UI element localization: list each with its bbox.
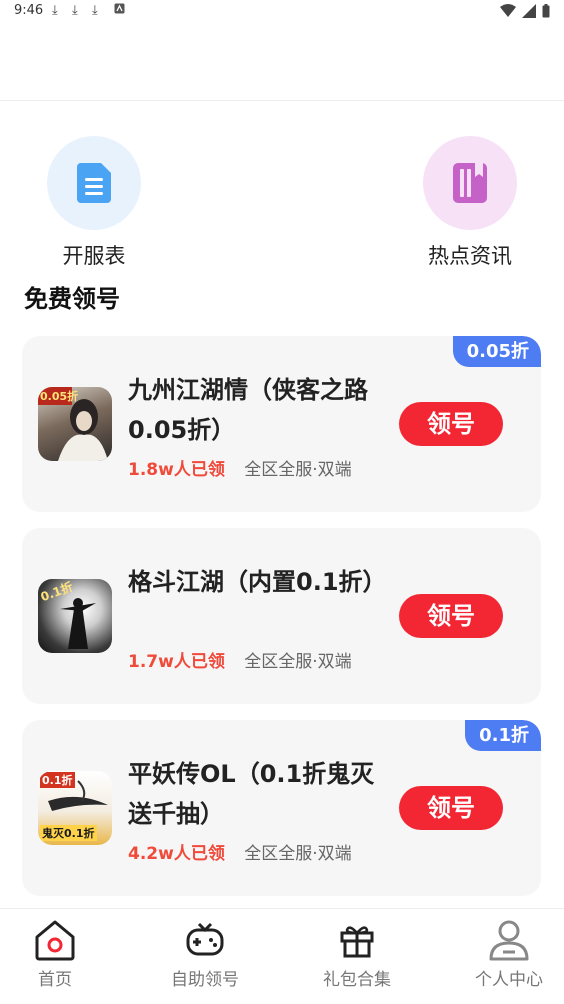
status-bar: 9:46 ⤓ ⤓ ⤓	[0, 0, 564, 24]
wifi-icon	[500, 4, 516, 17]
bottom-tab-bar: 首页 自助领号 礼包合集 个人中心	[0, 908, 564, 1004]
tab-home[interactable]: 首页	[0, 919, 120, 990]
claim-account-button[interactable]: 领号	[399, 402, 503, 446]
game-card[interactable]: 0.1折 0.1折 鬼灭0.1折 平妖传OL（0.1折鬼灭送千抽） 4.2w人已…	[22, 720, 541, 896]
home-icon	[0, 919, 120, 961]
discount-badge: 0.05折	[452, 336, 541, 367]
signal-icon	[522, 4, 536, 18]
tab-gift-packs[interactable]: 礼包合集	[292, 919, 422, 990]
tab-label: 自助领号	[171, 970, 239, 990]
discount-badge: 0.1折	[465, 720, 541, 751]
status-time: 9:46	[14, 3, 44, 18]
tab-label: 首页	[38, 970, 72, 990]
game-icon-caption: 鬼灭0.1折	[40, 825, 97, 841]
status-icons	[500, 4, 550, 18]
game-icon[interactable]: 0.05折	[38, 387, 112, 461]
game-name: 平妖传OL（0.1折鬼灭送千抽）	[128, 760, 375, 828]
claimed-count: 1.8w人已领	[128, 460, 225, 480]
server-tag: 全区全服·双端	[244, 460, 352, 480]
download-icon: ⤓	[52, 3, 58, 18]
notification-icon	[114, 3, 125, 18]
quick-link-hot-news[interactable]: 热点资讯	[410, 136, 530, 270]
claimed-count: 1.7w人已领	[128, 652, 225, 672]
game-meta: 1.7w人已领 全区全服·双端	[128, 647, 352, 672]
game-name: 九州江湖情（侠客之路0.05折）	[128, 376, 368, 444]
tab-label: 个人中心	[475, 970, 543, 990]
user-icon	[444, 919, 564, 961]
claim-account-button[interactable]: 领号	[399, 594, 503, 638]
claim-account-button[interactable]: 领号	[399, 786, 503, 830]
claimed-count: 4.2w人已领	[128, 844, 225, 864]
game-meta: 4.2w人已领 全区全服·双端	[128, 839, 352, 864]
game-icon-label: 0.05折	[40, 390, 79, 403]
server-tag: 全区全服·双端	[244, 844, 352, 864]
game-meta: 1.8w人已领 全区全服·双端	[128, 455, 352, 480]
gamepad-icon	[140, 919, 270, 961]
book-icon	[453, 163, 487, 203]
game-icon[interactable]: 0.1折	[38, 579, 112, 653]
game-icon-label: 0.1折	[40, 772, 75, 788]
battery-icon	[542, 4, 550, 18]
game-card[interactable]: 0.05折 0.05折 九州江湖情（侠客之路0.05折） 1.8w人已领 全区全…	[22, 336, 541, 512]
download-icon: ⤓	[92, 3, 98, 18]
download-icon: ⤓	[72, 3, 78, 18]
quick-link-server-list[interactable]: 开服表	[34, 136, 154, 270]
gift-icon	[292, 919, 422, 961]
tab-self-service[interactable]: 自助领号	[140, 919, 270, 990]
section-title: 免费领号	[24, 285, 120, 313]
quick-link-icon-bg	[47, 136, 141, 230]
game-card[interactable]: 0.1折 格斗江湖（内置0.1折） 1.7w人已领 全区全服·双端 领号	[22, 528, 541, 704]
game-name: 格斗江湖（内置0.1折）	[128, 568, 387, 596]
quick-link-label: 热点资讯	[428, 244, 512, 268]
document-icon	[77, 163, 111, 203]
quick-link-label: 开服表	[62, 244, 126, 268]
tab-profile[interactable]: 个人中心	[444, 919, 564, 990]
game-icon[interactable]: 0.1折 鬼灭0.1折	[38, 771, 112, 845]
server-tag: 全区全服·双端	[244, 652, 352, 672]
quick-link-icon-bg	[423, 136, 517, 230]
header-divider	[0, 100, 564, 101]
tab-label: 礼包合集	[323, 970, 391, 990]
